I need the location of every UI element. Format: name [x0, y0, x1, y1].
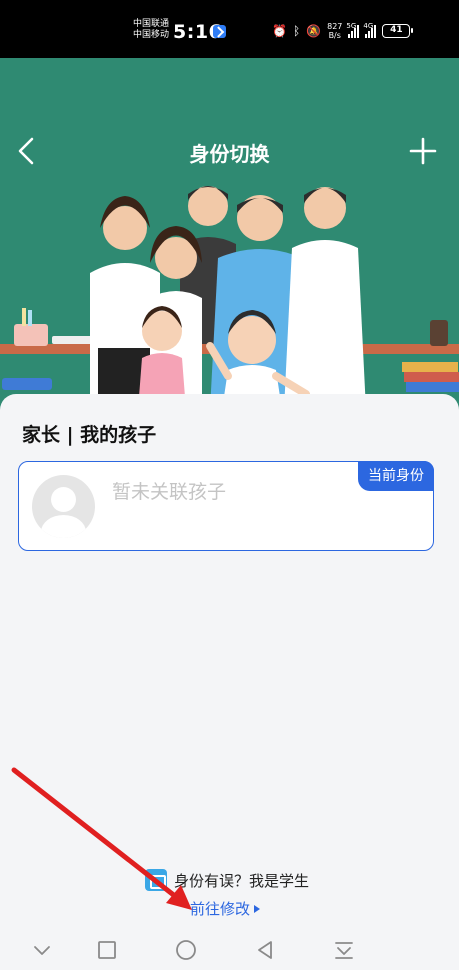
wrong-identity-text: 身份有误？我是学生 [174, 871, 310, 890]
collapse-button[interactable] [30, 938, 54, 962]
current-identity-badge: 当前身份 [358, 461, 434, 491]
carrier-2: 中国移动 [133, 30, 170, 40]
signal-2-icon: 4G [363, 21, 377, 38]
page-title: 身份切换 [189, 142, 270, 166]
chevron-down-icon [34, 946, 50, 955]
triangle-right-icon [254, 904, 261, 913]
battery-icon: 41 [382, 24, 414, 38]
home-button[interactable] [174, 938, 198, 962]
square-icon [98, 941, 116, 959]
wrong-identity-row: 身份有误？我是学生 [145, 869, 309, 891]
hero-banner [0, 58, 459, 410]
family-illustration [0, 58, 459, 410]
section-title: 家长 | 我的孩子 [22, 424, 157, 446]
carrier-names: 中国联通 中国移动 [133, 19, 169, 41]
net-speed: 827 B/s [327, 22, 342, 40]
default-avatar-icon [32, 475, 95, 538]
pull-down-icon [335, 942, 353, 959]
status-icons: ⏰ ᛒ 🔕 827 B/s 5G 4G 41 [272, 21, 414, 40]
goto-modify-link[interactable]: 前往修改 [190, 898, 261, 919]
signal-2-tag: 4G [363, 21, 374, 30]
carrier-1: 中国联通 [133, 19, 170, 29]
net-speed-value: 827 [327, 22, 343, 31]
plus-icon [409, 137, 437, 165]
alarm-icon: ⏰ [272, 24, 287, 38]
system-back-button[interactable] [253, 938, 277, 962]
add-identity-button[interactable] [408, 136, 438, 166]
signal-1-tag: 5G [346, 21, 357, 30]
bluetooth-icon: ᛒ [292, 24, 301, 38]
recent-apps-button[interactable] [95, 938, 119, 962]
goto-modify-label: 前往修改 [190, 900, 251, 918]
triangle-left-icon [258, 941, 272, 959]
student-card-icon [145, 869, 167, 891]
system-nav-bar [0, 930, 459, 970]
notification-pull-button[interactable] [332, 938, 356, 962]
no-child-text: 暂未关联孩子 [112, 481, 227, 503]
status-bar: 中国联通 中国移动 5:16 ⏰ ᛒ 🔕 827 B/s 5G 4G 41 [0, 0, 459, 58]
net-speed-unit: B/s [328, 31, 341, 40]
signal-1-icon: 5G [346, 21, 360, 38]
circle-icon [176, 940, 196, 960]
app-notification-icon [213, 25, 226, 38]
mute-icon: 🔕 [306, 24, 322, 38]
